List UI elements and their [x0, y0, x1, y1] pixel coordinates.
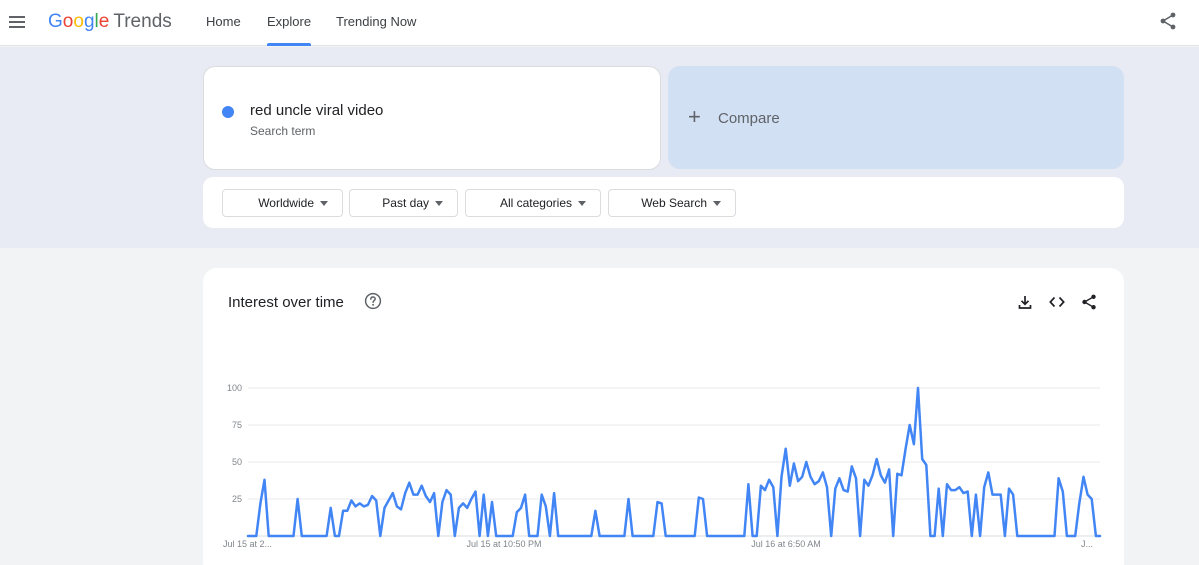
x-tick-label: Jul 16 at 6:50 AM [751, 539, 821, 549]
x-tick-label: Jul 15 at 10:50 PM [466, 539, 541, 549]
dropdown-arrow-icon [713, 201, 721, 206]
term-color-dot [222, 106, 234, 118]
dropdown-arrow-icon [578, 201, 586, 206]
search-term-card[interactable]: red uncle viral video Search term [203, 66, 661, 170]
y-tick-label: 50 [232, 457, 242, 467]
time-range-dropdown[interactable]: Past day [349, 189, 458, 217]
top-app-bar: Google Trends Home Explore Trending Now [0, 0, 1199, 46]
y-tick-label: 100 [227, 383, 242, 393]
compare-button[interactable]: + Compare [668, 66, 1124, 169]
y-tick-label: 25 [232, 494, 242, 504]
tab-explore[interactable]: Explore [267, 0, 312, 46]
dropdown-arrow-icon [435, 201, 443, 206]
interest-line-chart: 25 50 75 100 Jul 15 at 2... Jul 15 at 10:50 … [223, 383, 1102, 549]
y-tick-label: 75 [232, 420, 242, 430]
plus-icon: + [688, 104, 701, 129]
x-tick-label: J... [1081, 539, 1093, 549]
region-dropdown[interactable]: Worldwide [222, 189, 343, 217]
search-type-dropdown[interactable]: Web Search [608, 189, 736, 217]
google-trends-logo[interactable]: Google Trends [48, 11, 172, 33]
tab-trending-now[interactable]: Trending Now [336, 0, 416, 46]
search-term-name: red uncle viral video [250, 102, 384, 119]
interest-over-time-card: Interest over time 25 50 75 100 Jul 15 at 2… [203, 268, 1124, 565]
share-icon[interactable] [1158, 11, 1178, 31]
compare-label: Compare [718, 110, 780, 127]
dropdown-arrow-icon [320, 201, 328, 206]
tab-home[interactable]: Home [206, 0, 241, 46]
filter-bar: Worldwide Past day All categories Web Se… [203, 177, 1124, 228]
menu-icon[interactable] [6, 11, 28, 33]
search-term-subtitle: Search term [250, 124, 316, 138]
category-dropdown[interactable]: All categories [465, 189, 601, 217]
x-tick-label: Jul 15 at 2... [223, 539, 272, 549]
